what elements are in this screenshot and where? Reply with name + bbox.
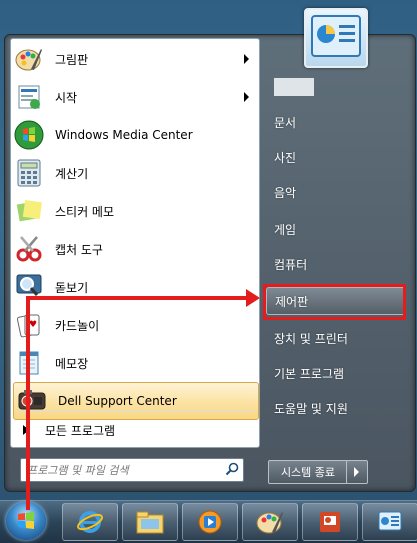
getting-started-icon bbox=[13, 81, 45, 113]
program-label: 스티커 메모 bbox=[55, 204, 115, 219]
right-item-games[interactable]: 게임 bbox=[266, 215, 406, 243]
submenu-arrow-icon[interactable] bbox=[244, 54, 249, 64]
annotation-arrow-head-icon bbox=[246, 289, 260, 307]
programs-pane: 그림판 시작 Windows Media Center 계산기 스티커 메모 캡 bbox=[10, 38, 260, 448]
shutdown-options-arrow-icon[interactable] bbox=[346, 460, 368, 484]
all-programs-button[interactable]: 모든 프로그램 bbox=[11, 415, 259, 445]
control-panel-icon bbox=[378, 511, 402, 531]
search-icon[interactable] bbox=[225, 462, 239, 479]
right-item-music[interactable]: 음악 bbox=[266, 178, 406, 206]
svg-text:♥: ♥ bbox=[29, 320, 37, 330]
program-sticky-notes[interactable]: 스티커 메모 bbox=[11, 193, 259, 229]
program-paint[interactable]: 그림판 bbox=[11, 41, 259, 77]
windows-media-center-icon bbox=[13, 119, 45, 151]
right-item-default-programs[interactable]: 기본 프로그램 bbox=[266, 359, 406, 387]
program-label: 카드놀이 bbox=[55, 318, 100, 333]
snipping-tool-icon bbox=[13, 233, 45, 265]
taskbar-control-panel[interactable] bbox=[362, 503, 417, 541]
program-label: 메모장 bbox=[55, 356, 89, 371]
windows-explorer-icon bbox=[136, 511, 164, 534]
program-label: 시작 bbox=[55, 90, 78, 105]
taskbar-powerpoint[interactable] bbox=[302, 503, 358, 541]
submenu-arrow-icon[interactable] bbox=[244, 92, 249, 102]
shutdown-button[interactable]: 시스템 종료 bbox=[268, 460, 348, 484]
program-notepad[interactable]: 메모장 bbox=[11, 345, 259, 381]
annotation-arrow-shaft-vertical bbox=[26, 296, 30, 510]
media-player-icon bbox=[198, 510, 222, 534]
taskbar-windows-explorer[interactable] bbox=[122, 503, 178, 541]
control-panel-picture-icon bbox=[311, 15, 361, 57]
right-item-devices-printers[interactable]: 장치 및 프린터 bbox=[266, 324, 406, 352]
annotation-highlight-box bbox=[263, 284, 406, 320]
user-picture[interactable] bbox=[304, 8, 368, 68]
right-item-computer[interactable]: 컴퓨터 bbox=[266, 250, 406, 278]
right-item-help-support[interactable]: 도움말 및 지원 bbox=[266, 394, 406, 422]
right-item-documents[interactable]: 문서 bbox=[266, 108, 406, 136]
program-label: Dell Support Center bbox=[58, 394, 177, 408]
sticky-notes-icon bbox=[13, 195, 45, 227]
program-label: 그림판 bbox=[55, 52, 89, 67]
program-solitaire[interactable]: ♥ 카드놀이 bbox=[11, 307, 259, 343]
internet-explorer-icon bbox=[77, 511, 103, 533]
right-item-pictures[interactable]: 사진 bbox=[266, 143, 406, 171]
all-programs-label: 모든 프로그램 bbox=[45, 423, 116, 438]
program-label: Windows Media Center bbox=[55, 128, 193, 142]
program-snipping-tool[interactable]: 캡처 도구 bbox=[11, 231, 259, 267]
paint-icon bbox=[256, 512, 283, 534]
search-box[interactable] bbox=[20, 458, 244, 482]
program-label: 계산기 bbox=[55, 166, 89, 181]
dell-support-icon bbox=[16, 385, 48, 417]
program-label: 캡처 도구 bbox=[55, 242, 103, 257]
powerpoint-icon bbox=[320, 512, 340, 532]
taskbar-internet-explorer[interactable] bbox=[62, 503, 118, 541]
divider bbox=[17, 411, 253, 412]
search-input[interactable] bbox=[25, 461, 219, 479]
program-windows-media-center[interactable]: Windows Media Center bbox=[11, 117, 259, 153]
taskbar-media-player[interactable] bbox=[182, 503, 238, 541]
taskbar-paint[interactable] bbox=[242, 503, 298, 541]
calculator-icon bbox=[13, 157, 45, 189]
paint-icon bbox=[13, 43, 45, 75]
program-label: 돋보기 bbox=[55, 280, 89, 295]
program-getting-started[interactable]: 시작 bbox=[11, 79, 259, 115]
annotation-arrow-shaft-horizontal bbox=[26, 296, 248, 300]
program-calculator[interactable]: 계산기 bbox=[11, 155, 259, 191]
user-name[interactable] bbox=[274, 78, 314, 96]
